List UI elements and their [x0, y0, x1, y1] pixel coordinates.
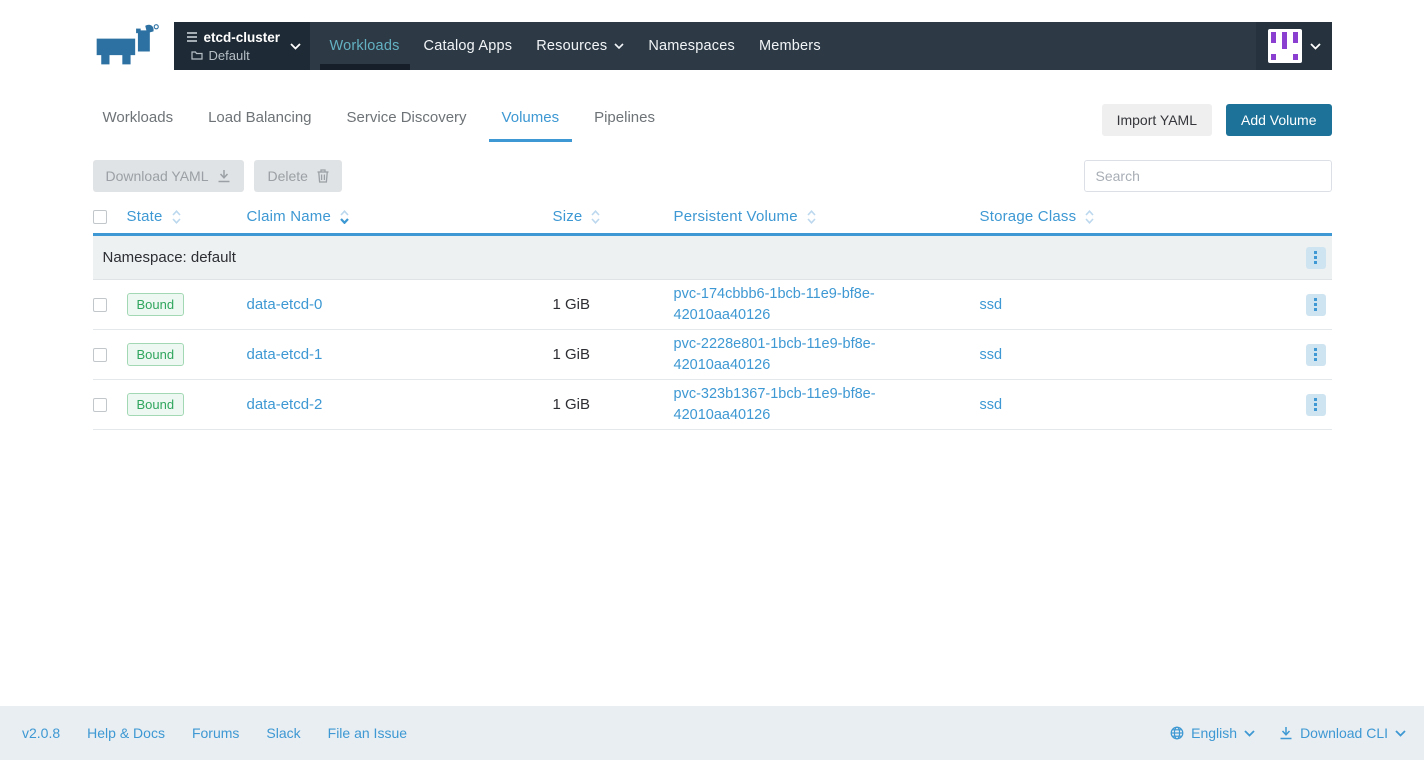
row-checkbox[interactable] [92, 347, 107, 362]
namespace-menu-button[interactable] [1305, 246, 1326, 269]
add-volume-button[interactable]: Add Volume [1226, 104, 1332, 136]
claim-name-link[interactable]: data-etcd-2 [247, 396, 323, 413]
storage-class-link[interactable]: ssd [980, 297, 1003, 313]
import-yaml-button[interactable]: Import YAML [1101, 104, 1212, 136]
project-folder-icon [190, 51, 203, 60]
delete-button[interactable]: Delete [254, 160, 342, 192]
download-yaml-button[interactable]: Download YAML [92, 160, 245, 192]
cluster-icon [186, 32, 197, 42]
persistent-volume-link[interactable]: pvc-323b1367-1bcb-11e9-bf8e-42010aa40126 [674, 384, 919, 426]
row-checkbox[interactable] [92, 397, 107, 412]
section-tabs: Workloads Load Balancing Service Discove… [90, 98, 668, 142]
language-selector[interactable]: English [1170, 725, 1255, 741]
sort-icon-active [340, 209, 349, 224]
nav-item-namespaces[interactable]: Namespaces [636, 22, 747, 70]
nav-item-label: Workloads [329, 38, 400, 54]
column-label: Size [552, 208, 583, 225]
tab-service-discovery[interactable]: Service Discovery [334, 98, 480, 142]
tab-pipelines[interactable]: Pipelines [581, 98, 668, 142]
volumes-table: State Claim Name Size Persistent Volume … [92, 200, 1332, 430]
trash-icon [317, 169, 329, 183]
column-header-storage-class[interactable]: Storage Class [980, 208, 1292, 225]
download-icon [218, 170, 230, 183]
column-label: Claim Name [246, 208, 332, 225]
footer: v2.0.8 Help & Docs Forums Slack File an … [0, 706, 1424, 760]
size-value: 1 GiB [552, 295, 591, 313]
footer-link-help-docs[interactable]: Help & Docs [87, 725, 165, 741]
persistent-volume-link[interactable]: pvc-2228e801-1bcb-11e9-bf8e-42010aa40126 [674, 334, 919, 376]
nav-item-catalog-apps[interactable]: Catalog Apps [412, 22, 525, 70]
state-badge: Bound [126, 393, 185, 416]
tab-volumes[interactable]: Volumes [488, 98, 573, 142]
chevron-down-icon [289, 42, 301, 50]
nav-item-label: Members [758, 38, 821, 54]
column-label: State [126, 208, 163, 225]
namespace-group-label: Namespace: default [102, 249, 236, 266]
chevron-down-icon [1244, 729, 1255, 737]
footer-link-slack[interactable]: Slack [266, 725, 300, 741]
namespace-group-row: Namespace: default [92, 236, 1332, 280]
rancher-cow-icon [96, 24, 159, 65]
column-header-size[interactable]: Size [553, 208, 674, 225]
table-row: Bound data-etcd-2 1 GiB pvc-323b1367-1bc… [92, 380, 1332, 430]
search-input[interactable] [1083, 160, 1332, 192]
project-name: Default [208, 47, 250, 63]
nav-item-label: Resources [536, 38, 608, 54]
row-menu-button[interactable] [1305, 343, 1326, 366]
top-navbar: etcd-cluster Default Workloads Catalog A… [173, 22, 1332, 70]
state-badge: Bound [126, 343, 185, 366]
bulk-actions-row: Download YAML Delete [92, 160, 1332, 192]
language-label: English [1191, 725, 1238, 741]
column-label: Storage Class [979, 208, 1077, 225]
version-label: v2.0.8 [22, 725, 61, 741]
table-row: Bound data-etcd-1 1 GiB pvc-2228e801-1bc… [92, 330, 1332, 380]
delete-label: Delete [267, 168, 308, 184]
cluster-name: etcd-cluster [203, 29, 281, 45]
nav-item-label: Catalog Apps [423, 38, 513, 54]
section-tabs-row: Workloads Load Balancing Service Discove… [93, 98, 1332, 142]
sort-icon [1085, 209, 1094, 224]
download-yaml-label: Download YAML [105, 168, 209, 184]
size-value: 1 GiB [552, 395, 591, 413]
claim-name-link[interactable]: data-etcd-1 [247, 346, 323, 363]
table-header-row: State Claim Name Size Persistent Volume … [92, 200, 1332, 236]
column-header-claim-name[interactable]: Claim Name [247, 208, 553, 225]
download-cli-menu[interactable]: Download CLI [1279, 725, 1406, 741]
chevron-down-icon [614, 43, 624, 49]
storage-class-link[interactable]: ssd [980, 347, 1003, 363]
sort-icon [171, 209, 181, 224]
top-nav-items: Workloads Catalog Apps Resources Namespa… [318, 22, 833, 70]
row-menu-button[interactable] [1305, 393, 1326, 416]
nav-item-resources[interactable]: Resources [524, 22, 636, 70]
footer-link-file-an-issue[interactable]: File an Issue [328, 725, 407, 741]
select-all-checkbox[interactable] [92, 209, 107, 224]
row-checkbox[interactable] [92, 297, 107, 312]
tab-load-balancing[interactable]: Load Balancing [195, 98, 324, 142]
nav-item-label: Namespaces [648, 38, 735, 54]
nav-item-members[interactable]: Members [747, 22, 833, 70]
table-row: Bound data-etcd-0 1 GiB pvc-174cbbb6-1bc… [92, 280, 1332, 330]
chevron-down-icon [1395, 729, 1406, 737]
nav-item-workloads[interactable]: Workloads [318, 22, 412, 70]
cluster-project-picker[interactable]: etcd-cluster Default [173, 22, 310, 70]
column-header-state[interactable]: State [127, 208, 247, 225]
chevron-down-icon [1309, 42, 1321, 50]
state-badge: Bound [126, 293, 185, 316]
tab-workloads[interactable]: Workloads [90, 98, 187, 142]
download-cli-label: Download CLI [1300, 725, 1388, 741]
column-header-persistent-volume[interactable]: Persistent Volume [674, 208, 980, 225]
row-menu-button[interactable] [1305, 293, 1326, 316]
size-value: 1 GiB [552, 345, 591, 363]
user-avatar [1267, 29, 1302, 63]
storage-class-link[interactable]: ssd [980, 397, 1003, 413]
footer-link-forums[interactable]: Forums [192, 725, 239, 741]
sort-icon [591, 209, 601, 224]
header-band: etcd-cluster Default Workloads Catalog A… [93, 22, 1332, 70]
column-label: Persistent Volume [673, 208, 798, 225]
user-menu[interactable] [1255, 22, 1332, 70]
persistent-volume-link[interactable]: pvc-174cbbb6-1bcb-11e9-bf8e-42010aa40126 [674, 284, 919, 326]
rancher-logo [93, 22, 174, 70]
claim-name-link[interactable]: data-etcd-0 [247, 296, 323, 313]
sort-icon [807, 209, 816, 224]
